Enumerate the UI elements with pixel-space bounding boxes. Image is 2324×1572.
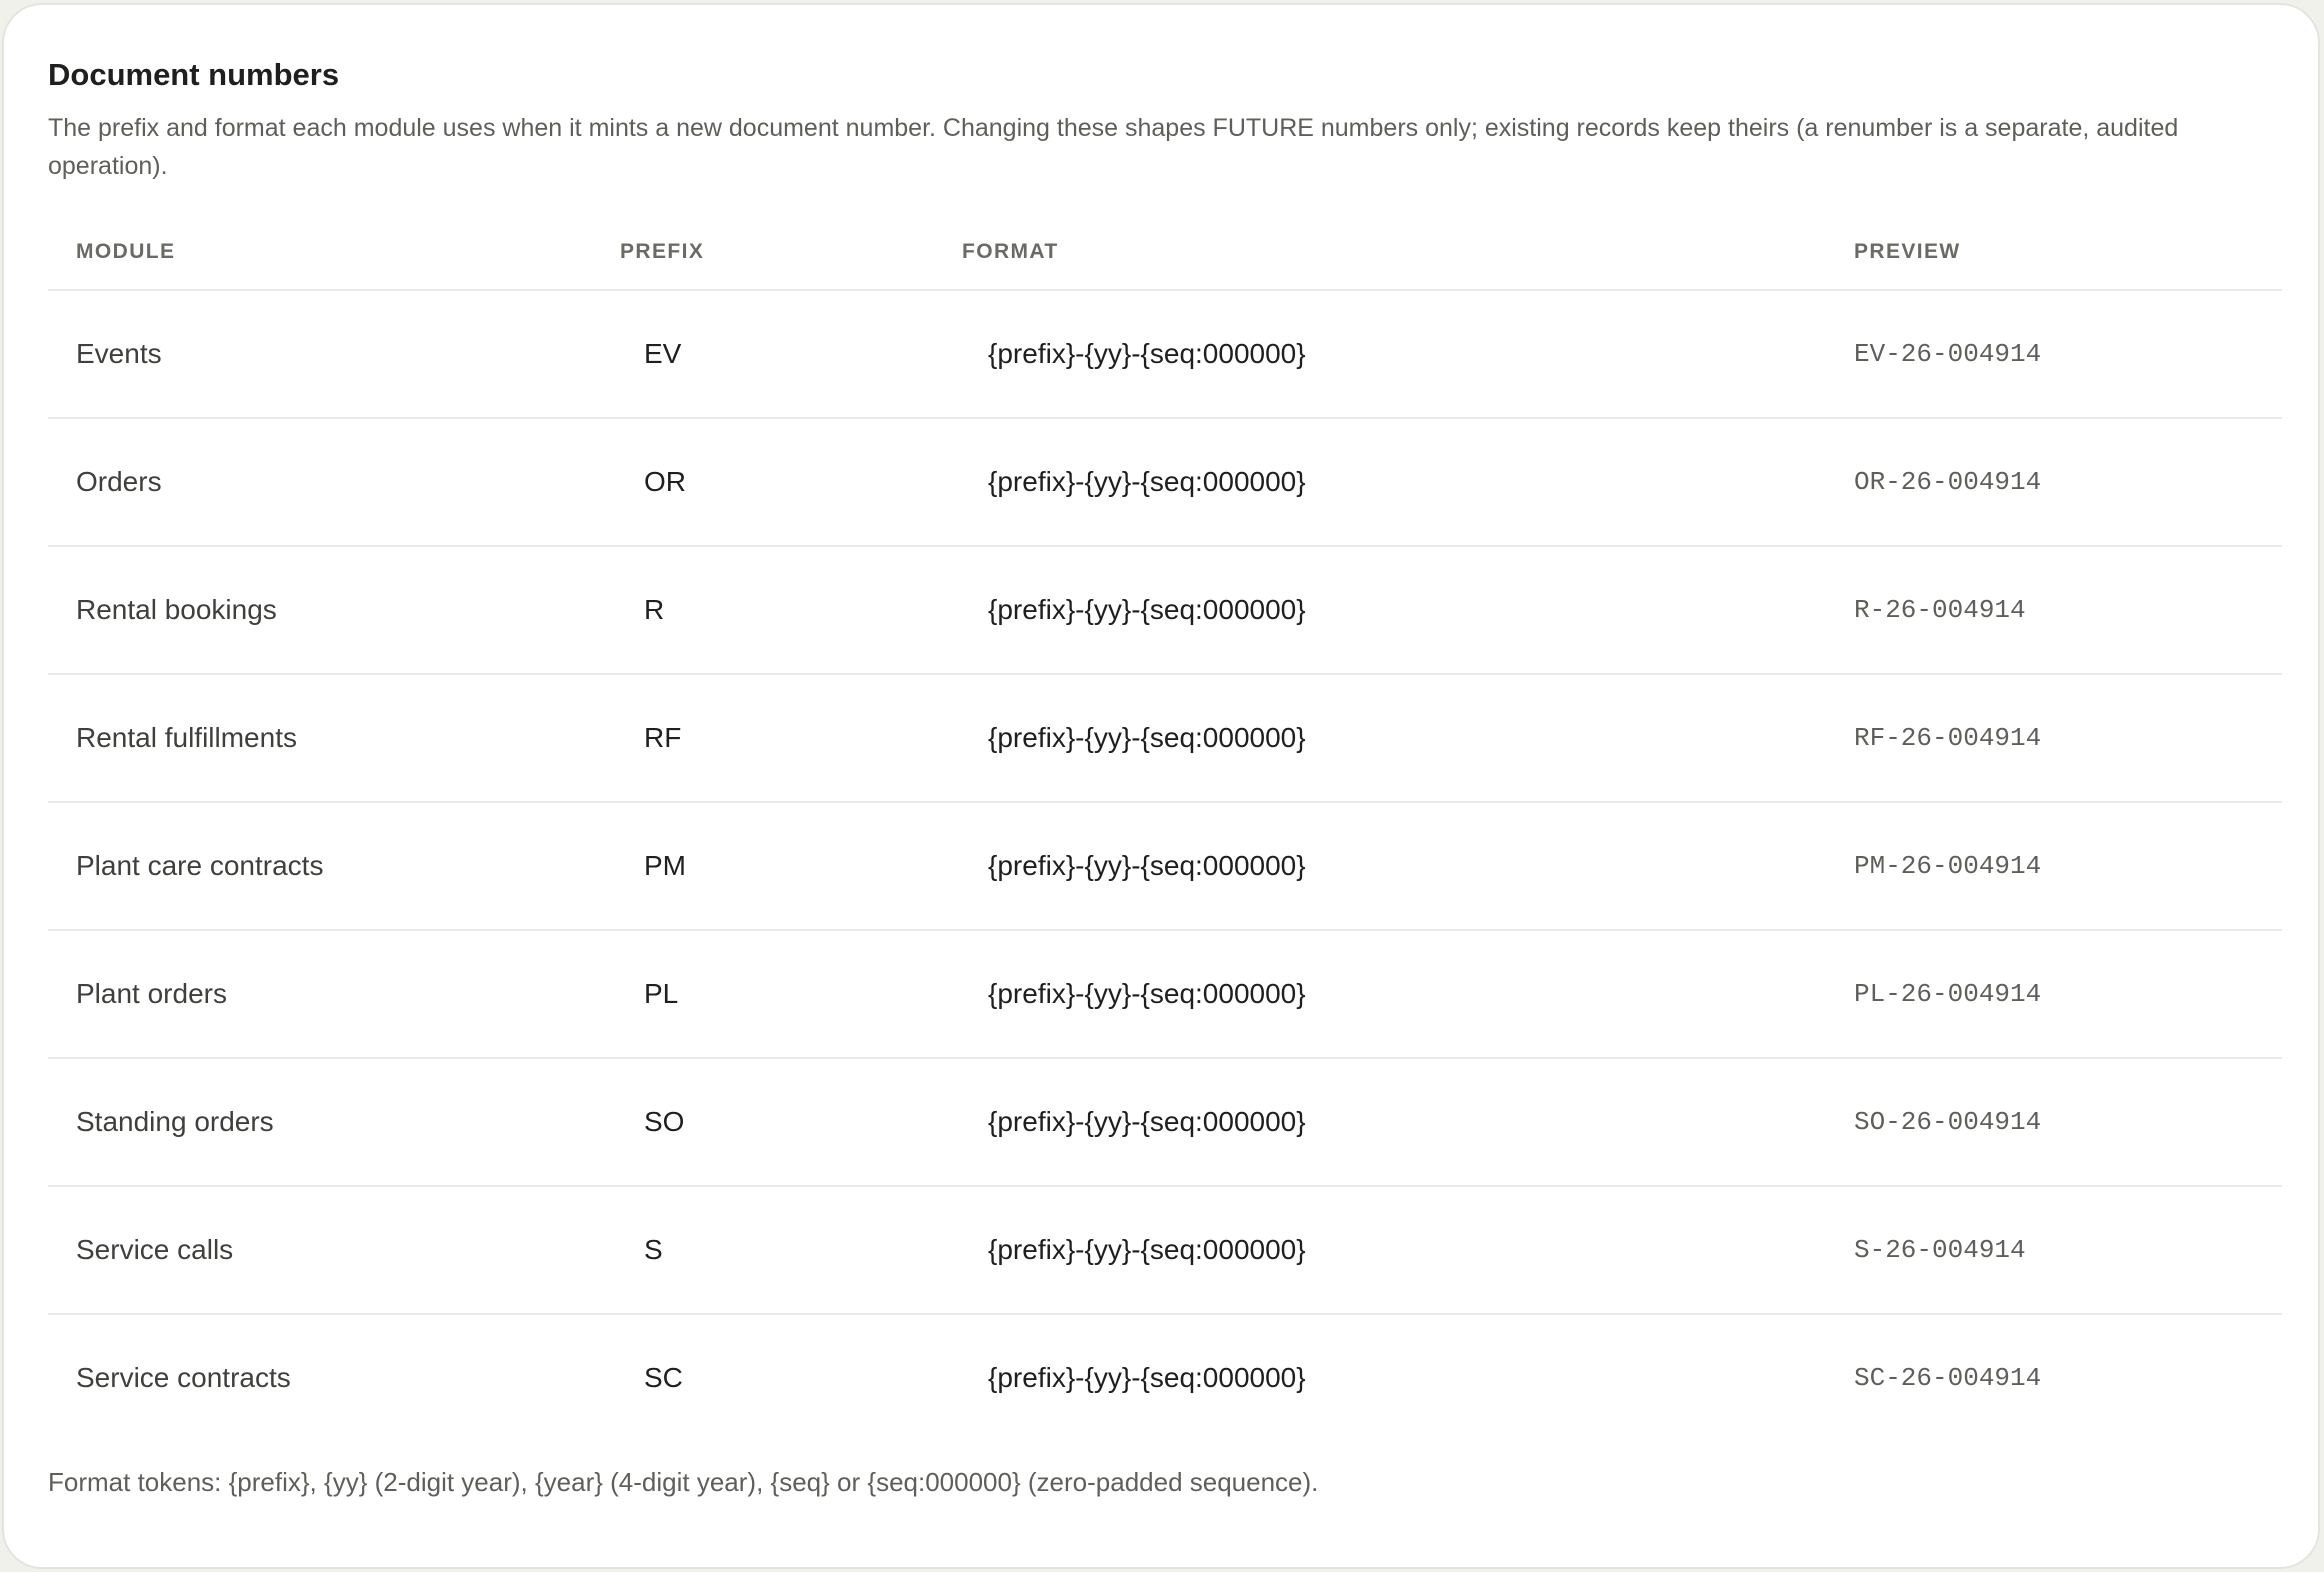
module-name: Service contracts [76, 1362, 291, 1393]
format-input[interactable]: {prefix}-{yy}-{seq:000000} [988, 547, 1306, 673]
preview-value: SC-26-004914 [1854, 1363, 2042, 1393]
column-header-prefix: PREFIX [620, 240, 705, 263]
module-name: Service calls [76, 1234, 234, 1265]
prefix-input[interactable]: OR [644, 419, 686, 545]
format-input[interactable]: {prefix}-{yy}-{seq:000000} [988, 931, 1306, 1057]
column-header-preview: PREVIEW [1854, 240, 1961, 263]
module-name: Standing orders [76, 1106, 274, 1137]
table-row: Rental fulfillments RF {prefix}-{yy}-{se… [48, 675, 2282, 803]
module-name: Plant care contracts [76, 850, 324, 881]
module-name: Plant orders [76, 978, 227, 1009]
preview-value: R-26-004914 [1854, 595, 2026, 625]
format-input[interactable]: {prefix}-{yy}-{seq:000000} [988, 803, 1306, 929]
preview-value: OR-26-004914 [1854, 467, 2042, 497]
format-input[interactable]: {prefix}-{yy}-{seq:000000} [988, 1187, 1306, 1313]
format-tokens-footnote: Format tokens: {prefix}, {yy} (2-digit y… [48, 1467, 1319, 1497]
module-name: Rental fulfillments [76, 722, 297, 753]
prefix-input[interactable]: PL [644, 931, 678, 1057]
preview-value: PM-26-004914 [1854, 851, 2042, 881]
table-row: Service contracts SC {prefix}-{yy}-{seq:… [48, 1315, 2282, 1441]
table-row: Service calls S {prefix}-{yy}-{seq:00000… [48, 1187, 2282, 1315]
preview-value: RF-26-004914 [1854, 723, 2042, 753]
column-header-format: FORMAT [962, 240, 1059, 263]
column-header-module: MODULE [76, 240, 176, 263]
table-row: Orders OR {prefix}-{yy}-{seq:000000} OR-… [48, 419, 2282, 547]
preview-value: SO-26-004914 [1854, 1107, 2042, 1137]
table-header: MODULE PREFIX FORMAT PREVIEW [48, 215, 2282, 291]
prefix-input[interactable]: SO [644, 1059, 684, 1185]
format-input[interactable]: {prefix}-{yy}-{seq:000000} [988, 1059, 1306, 1185]
preview-value: EV-26-004914 [1854, 339, 2042, 369]
prefix-input[interactable]: PM [644, 803, 686, 929]
table-row: Events EV {prefix}-{yy}-{seq:000000} EV-… [48, 291, 2282, 419]
format-input[interactable]: {prefix}-{yy}-{seq:000000} [988, 675, 1306, 801]
module-name: Rental bookings [76, 594, 277, 625]
prefix-input[interactable]: RF [644, 675, 681, 801]
format-input[interactable]: {prefix}-{yy}-{seq:000000} [988, 419, 1306, 545]
section-description: The prefix and format each module uses w… [48, 114, 2179, 180]
preview-value: PL-26-004914 [1854, 979, 2042, 1009]
prefix-input[interactable]: EV [644, 291, 681, 417]
module-name: Orders [76, 466, 162, 497]
table-row: Standing orders SO {prefix}-{yy}-{seq:00… [48, 1059, 2282, 1187]
document-numbers-table: MODULE PREFIX FORMAT PREVIEW Events EV {… [48, 215, 2282, 1441]
section-title: Document numbers [48, 57, 340, 92]
prefix-input[interactable]: S [644, 1187, 663, 1313]
preview-value: S-26-004914 [1854, 1235, 2026, 1265]
prefix-input[interactable]: SC [644, 1315, 683, 1441]
format-input[interactable]: {prefix}-{yy}-{seq:000000} [988, 291, 1306, 417]
table-row: Plant orders PL {prefix}-{yy}-{seq:00000… [48, 931, 2282, 1059]
table-row: Plant care contracts PM {prefix}-{yy}-{s… [48, 803, 2282, 931]
module-name: Events [76, 338, 162, 369]
prefix-input[interactable]: R [644, 547, 664, 673]
table-row: Rental bookings R {prefix}-{yy}-{seq:000… [48, 547, 2282, 675]
format-input[interactable]: {prefix}-{yy}-{seq:000000} [988, 1315, 1306, 1441]
document-numbers-card: Document numbers The prefix and format e… [2, 3, 2320, 1569]
